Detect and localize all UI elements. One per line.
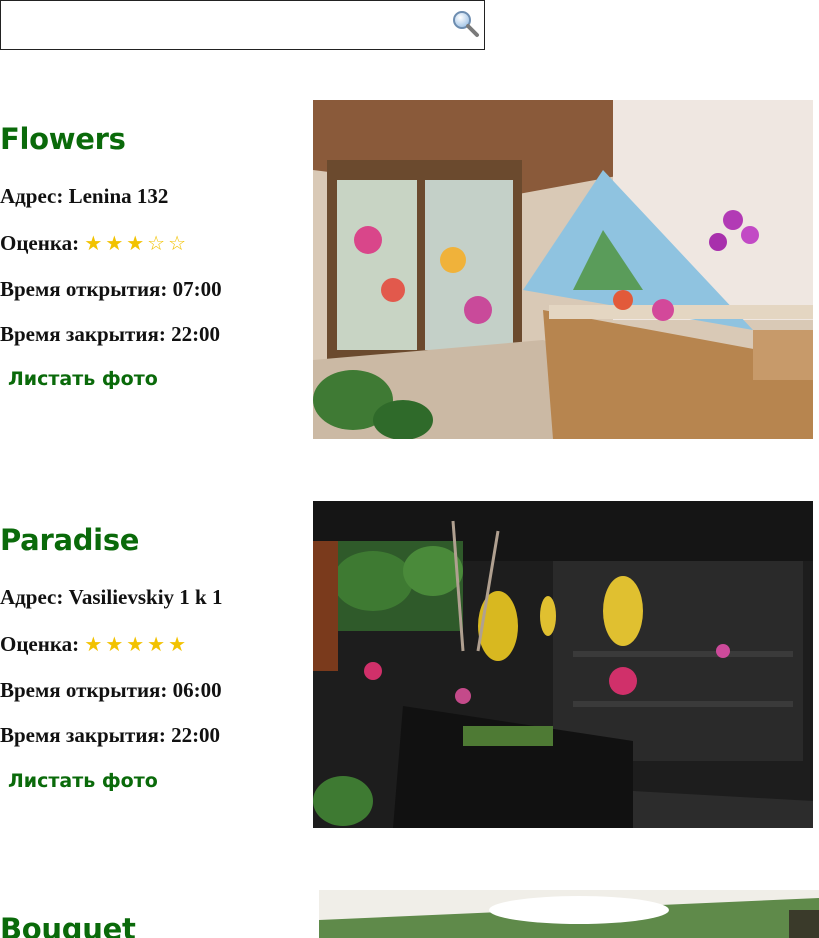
address-value: Vasilievskiy 1 k 1 xyxy=(68,585,223,609)
rating-label: Оценка: xyxy=(0,231,80,255)
close-label: Время закрытия: xyxy=(0,322,166,346)
close-label: Время закрытия: xyxy=(0,723,166,747)
open-label: Время открытия: xyxy=(0,277,168,301)
browse-photos-link[interactable]: Листать фото xyxy=(8,368,158,390)
search-box[interactable] xyxy=(0,0,485,50)
open-label: Время открытия: xyxy=(0,678,168,702)
rating-label: Оценка: xyxy=(0,632,80,656)
shop-close-time: Время закрытия: 22:00 xyxy=(0,322,220,347)
shop-photo xyxy=(313,501,813,828)
address-label: Адрес: xyxy=(0,585,64,609)
shop-address: Адрес: Vasilievskiy 1 k 1 xyxy=(0,585,222,610)
search-input[interactable] xyxy=(1,1,441,49)
shop-rating: Оценка: ★★★☆☆ xyxy=(0,231,189,256)
shop-close-time: Время закрытия: 22:00 xyxy=(0,723,220,748)
shop-name: Flowers xyxy=(0,122,126,156)
shop-rating: Оценка: ★★★★★ xyxy=(0,632,189,657)
shop-address: Адрес: Lenina 132 xyxy=(0,184,168,209)
open-value: 06:00 xyxy=(172,678,222,702)
close-value: 22:00 xyxy=(171,322,221,346)
shop-photo xyxy=(319,890,819,938)
close-value: 22:00 xyxy=(171,723,221,747)
shop-name: Bouquet xyxy=(0,912,136,938)
shop-name: Paradise xyxy=(0,523,140,557)
rating-stars: ★★★☆☆ xyxy=(84,231,190,255)
rating-stars: ★★★★★ xyxy=(84,632,190,656)
shop-photo xyxy=(313,100,813,439)
open-value: 07:00 xyxy=(172,277,222,301)
address-label: Адрес: xyxy=(0,184,64,208)
address-value: Lenina 132 xyxy=(68,184,169,208)
shop-open-time: Время открытия: 06:00 xyxy=(0,678,222,703)
browse-photos-link[interactable]: Листать фото xyxy=(8,770,158,792)
search-icon[interactable] xyxy=(451,9,481,39)
shop-open-time: Время открытия: 07:00 xyxy=(0,277,222,302)
